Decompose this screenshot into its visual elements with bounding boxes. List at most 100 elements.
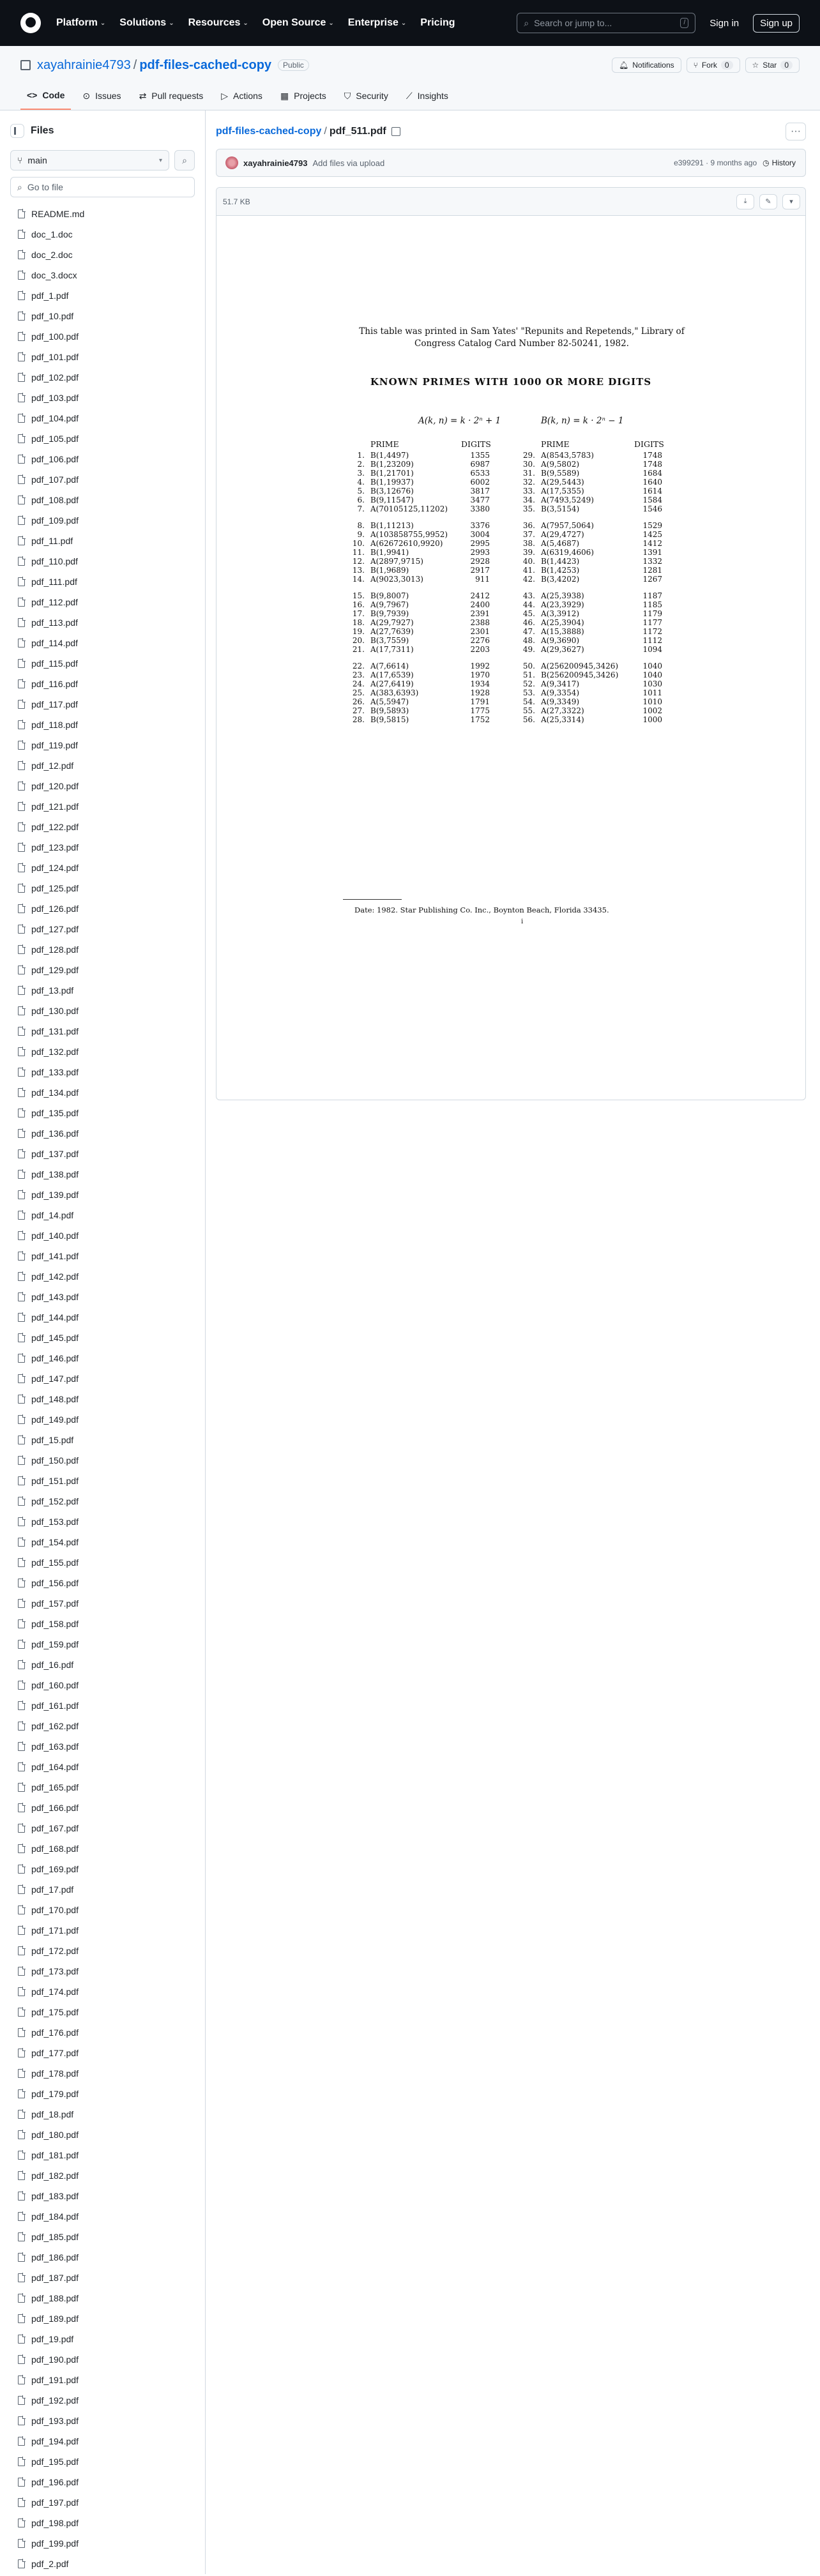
file-tree-item[interactable]: pdf_198.pdf bbox=[10, 2513, 195, 2533]
file-tree-item[interactable]: README.md bbox=[10, 204, 195, 224]
file-tree-item[interactable]: pdf_16.pdf bbox=[10, 1655, 195, 1675]
fork-button[interactable]: ⑂ Fork 0 bbox=[686, 57, 740, 73]
file-tree-item[interactable]: pdf_188.pdf bbox=[10, 2288, 195, 2308]
history-button[interactable]: ◷ History bbox=[762, 158, 796, 168]
global-search-input[interactable]: ⌕ Search or jump to... / bbox=[517, 13, 696, 33]
file-tree-item[interactable]: pdf_197.pdf bbox=[10, 2492, 195, 2513]
file-tree-item[interactable]: pdf_163.pdf bbox=[10, 1736, 195, 1757]
side-panel-icon[interactable] bbox=[10, 124, 24, 138]
file-tree-item[interactable]: pdf_181.pdf bbox=[10, 2145, 195, 2165]
file-tree-item[interactable]: pdf_160.pdf bbox=[10, 1675, 195, 1695]
file-tree-item[interactable]: pdf_166.pdf bbox=[10, 1798, 195, 1818]
file-tree-item[interactable]: pdf_170.pdf bbox=[10, 1900, 195, 1920]
file-tree-item[interactable]: pdf_196.pdf bbox=[10, 2472, 195, 2492]
edit-button[interactable]: ✎ bbox=[759, 193, 777, 209]
file-tree-item[interactable]: pdf_15.pdf bbox=[10, 1430, 195, 1450]
file-tree-item[interactable]: pdf_153.pdf bbox=[10, 1512, 195, 1532]
file-tree-item[interactable]: pdf_18.pdf bbox=[10, 2104, 195, 2125]
file-tree-item[interactable]: pdf_172.pdf bbox=[10, 1941, 195, 1961]
file-tree-item[interactable]: pdf_126.pdf bbox=[10, 898, 195, 919]
file-tree-item[interactable]: doc_2.doc bbox=[10, 245, 195, 265]
sign-in-link[interactable]: Sign in bbox=[710, 18, 739, 29]
file-tree-item[interactable]: pdf_152.pdf bbox=[10, 1491, 195, 1512]
search-files-button[interactable]: ⌕ bbox=[174, 150, 195, 170]
file-tree-item[interactable]: pdf_124.pdf bbox=[10, 858, 195, 878]
file-tree-item[interactable]: pdf_167.pdf bbox=[10, 1818, 195, 1838]
file-tree-item[interactable]: pdf_137.pdf bbox=[10, 1144, 195, 1164]
file-tree-item[interactable]: pdf_145.pdf bbox=[10, 1328, 195, 1348]
file-tree-item[interactable]: pdf_177.pdf bbox=[10, 2043, 195, 2063]
commit-hash-time[interactable]: e399291 · 9 months ago bbox=[674, 158, 757, 167]
file-tree-item[interactable]: pdf_102.pdf bbox=[10, 367, 195, 388]
file-tree-item[interactable]: pdf_178.pdf bbox=[10, 2063, 195, 2084]
file-tree-item[interactable]: pdf_110.pdf bbox=[10, 551, 195, 572]
commit-author-link[interactable]: xayahrainie4793 bbox=[243, 158, 307, 168]
sign-up-button[interactable]: Sign up bbox=[753, 13, 800, 33]
file-tree-item[interactable]: pdf_148.pdf bbox=[10, 1389, 195, 1409]
tab-security[interactable]: ⛉ Security bbox=[338, 82, 395, 110]
file-tree-item[interactable]: pdf_13.pdf bbox=[10, 980, 195, 1001]
tab-insights[interactable]: ⟋ Insights bbox=[400, 82, 455, 110]
file-tree-item[interactable]: pdf_10.pdf bbox=[10, 306, 195, 326]
file-tree-item[interactable]: pdf_100.pdf bbox=[10, 326, 195, 347]
file-tree-item[interactable]: pdf_101.pdf bbox=[10, 347, 195, 367]
file-tree-item[interactable]: pdf_155.pdf bbox=[10, 1552, 195, 1573]
file-tree-item[interactable]: pdf_146.pdf bbox=[10, 1348, 195, 1368]
download-button[interactable]: ⤓ bbox=[736, 193, 754, 209]
repo-name-link[interactable]: pdf-files-cached-copy bbox=[139, 58, 271, 73]
file-tree-item[interactable]: pdf_17.pdf bbox=[10, 1879, 195, 1900]
file-tree-item[interactable]: pdf_144.pdf bbox=[10, 1307, 195, 1328]
file-tree-item[interactable]: pdf_179.pdf bbox=[10, 2084, 195, 2104]
file-tree-item[interactable]: pdf_132.pdf bbox=[10, 1042, 195, 1062]
file-tree-item[interactable]: pdf_175.pdf bbox=[10, 2002, 195, 2022]
file-tree-item[interactable]: pdf_19.pdf bbox=[10, 2329, 195, 2349]
file-tree-item[interactable]: pdf_190.pdf bbox=[10, 2349, 195, 2370]
file-tree-item[interactable]: pdf_120.pdf bbox=[10, 776, 195, 796]
nav-enterprise[interactable]: Enterprise ⌄ bbox=[348, 17, 407, 29]
file-tree-item[interactable]: pdf_189.pdf bbox=[10, 2308, 195, 2329]
file-tree-item[interactable]: pdf_113.pdf bbox=[10, 612, 195, 633]
file-tree-item[interactable]: pdf_180.pdf bbox=[10, 2125, 195, 2145]
commit-message[interactable]: Add files via upload bbox=[312, 158, 384, 168]
file-tree-item[interactable]: pdf_191.pdf bbox=[10, 2370, 195, 2390]
file-tree-item[interactable]: pdf_127.pdf bbox=[10, 919, 195, 939]
file-tree-item[interactable]: pdf_130.pdf bbox=[10, 1001, 195, 1021]
file-tree-item[interactable]: doc_3.docx bbox=[10, 265, 195, 285]
file-tree-item[interactable]: pdf_154.pdf bbox=[10, 1532, 195, 1552]
file-tree-item[interactable]: pdf_141.pdf bbox=[10, 1246, 195, 1266]
file-tree-item[interactable]: pdf_157.pdf bbox=[10, 1593, 195, 1614]
file-tree-item[interactable]: pdf_195.pdf bbox=[10, 2451, 195, 2472]
file-tree-item[interactable]: pdf_129.pdf bbox=[10, 960, 195, 980]
file-tree-item[interactable]: pdf_140.pdf bbox=[10, 1225, 195, 1246]
file-tree-item[interactable]: pdf_138.pdf bbox=[10, 1164, 195, 1185]
file-tree-item[interactable]: pdf_134.pdf bbox=[10, 1082, 195, 1103]
file-tree-item[interactable]: pdf_186.pdf bbox=[10, 2247, 195, 2268]
file-tree-item[interactable]: pdf_12.pdf bbox=[10, 755, 195, 776]
file-tree-item[interactable]: pdf_173.pdf bbox=[10, 1961, 195, 1981]
file-tree-item[interactable]: pdf_121.pdf bbox=[10, 796, 195, 817]
file-tree-item[interactable]: pdf_165.pdf bbox=[10, 1777, 195, 1798]
file-tree-item[interactable]: pdf_162.pdf bbox=[10, 1716, 195, 1736]
file-tree-item[interactable]: pdf_128.pdf bbox=[10, 939, 195, 960]
nav-resources[interactable]: Resources ⌄ bbox=[188, 17, 248, 29]
notifications-button[interactable]: 🔔︎ Notifications bbox=[612, 57, 681, 73]
file-tree-item[interactable]: pdf_136.pdf bbox=[10, 1123, 195, 1144]
more-options-button[interactable]: ··· bbox=[786, 123, 806, 140]
file-tree-item[interactable]: pdf_194.pdf bbox=[10, 2431, 195, 2451]
branch-selector[interactable]: ⑂ main ▾ bbox=[10, 150, 169, 170]
file-tree-item[interactable]: pdf_150.pdf bbox=[10, 1450, 195, 1471]
go-to-file-input[interactable]: ⌕ Go to file bbox=[10, 177, 195, 197]
file-tree-item[interactable]: pdf_133.pdf bbox=[10, 1062, 195, 1082]
file-tree-item[interactable]: pdf_182.pdf bbox=[10, 2165, 195, 2186]
file-tree-item[interactable]: pdf_142.pdf bbox=[10, 1266, 195, 1287]
file-tree-item[interactable]: pdf_193.pdf bbox=[10, 2411, 195, 2431]
file-tree-item[interactable]: pdf_106.pdf bbox=[10, 449, 195, 469]
file-tree-item[interactable]: pdf_187.pdf bbox=[10, 2268, 195, 2288]
nav-pricing[interactable]: Pricing bbox=[420, 17, 455, 29]
file-tree-item[interactable]: pdf_164.pdf bbox=[10, 1757, 195, 1777]
file-tree-item[interactable]: pdf_147.pdf bbox=[10, 1368, 195, 1389]
nav-open-source[interactable]: Open Source ⌄ bbox=[262, 17, 334, 29]
file-tree-item[interactable]: pdf_109.pdf bbox=[10, 510, 195, 531]
file-tree-item[interactable]: pdf_123.pdf bbox=[10, 837, 195, 858]
breadcrumb-repo-link[interactable]: pdf-files-cached-copy bbox=[216, 126, 321, 137]
